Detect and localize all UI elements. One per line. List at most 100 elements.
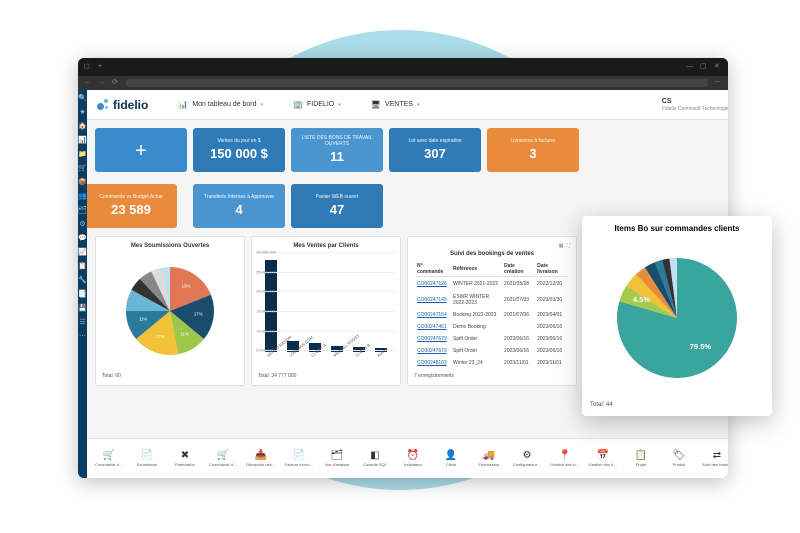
table-cell[interactable]: CO00247461 bbox=[416, 322, 450, 332]
tab-add-icon[interactable]: + bbox=[98, 63, 106, 71]
table-cell: 2023/06/16 bbox=[536, 346, 568, 356]
nav-back-icon[interactable]: ← bbox=[84, 79, 92, 87]
kpi-tile-7[interactable]: Panier WEB ouvert47 bbox=[291, 184, 383, 228]
app-sidebar: 🔍 ★ 🏠 📊 📁 🛒 📦 👥 🗂 ⚙ 💬 📈 📋 🔧 📑 💾 ☰ ⋯ bbox=[78, 90, 87, 478]
sidebar-item-10[interactable]: 💬 bbox=[78, 234, 87, 243]
panel-footer: 7 enregistrements bbox=[414, 373, 570, 379]
kpi-tile-3[interactable]: Lot avec date expiration307 bbox=[389, 128, 481, 172]
kpi-tile-6[interactable]: Transferts Internes à Approuver4 bbox=[193, 184, 285, 228]
sidebar-item-13[interactable]: 🔧 bbox=[78, 276, 87, 285]
toolbar-label: Facture fourni… bbox=[281, 462, 317, 467]
table-header[interactable]: N° commande bbox=[416, 262, 450, 277]
top-user[interactable]: CS Fidelio Commsoft Technologies bbox=[662, 98, 728, 112]
panel-toolbar: ▦ ⛶ bbox=[414, 243, 570, 249]
table-cell[interactable]: CO00247145 bbox=[416, 291, 450, 308]
table-row[interactable]: CO00247679Spift Order2023/06/162023/06/1… bbox=[416, 346, 568, 356]
toolbar-item-4[interactable]: 📥Réception des… bbox=[243, 450, 279, 467]
toolbar-item-15[interactable]: 🏷Produit bbox=[661, 450, 697, 467]
sidebar-item-3[interactable]: 📊 bbox=[78, 136, 87, 145]
toolbar-item-2[interactable]: ✖Fabrication bbox=[167, 450, 203, 467]
toolbar-item-10[interactable]: 🚚Fournisseur bbox=[471, 450, 507, 467]
toolbar-item-11[interactable]: ⚙Configurateur… bbox=[509, 450, 545, 467]
sidebar-item-0[interactable]: 🔍 bbox=[78, 94, 87, 103]
toolbar-item-6[interactable]: 🗂Vue d'analyse bbox=[319, 450, 355, 467]
app-logo[interactable]: fidelio bbox=[97, 98, 148, 112]
sidebar-item-6[interactable]: 📦 bbox=[78, 178, 87, 187]
table-row[interactable]: CO00247145ESWR WINTER 2022-20232021/07/0… bbox=[416, 291, 568, 308]
sidebar-item-17[interactable]: ⋯ bbox=[78, 332, 87, 341]
table-row[interactable]: CO00247164Booking 2022-20232021/07/06202… bbox=[416, 310, 568, 320]
grid-icon[interactable]: ▦ bbox=[559, 243, 564, 249]
kpi-tiles: +Ventes du jour en $150 000 $LISTE DES B… bbox=[95, 128, 728, 228]
table-cell: 2023/06/16 bbox=[536, 322, 568, 332]
toolbar-item-9[interactable]: 👤Client bbox=[433, 450, 469, 467]
top-module-selector[interactable]: 🖥 VENTES ▾ bbox=[371, 100, 420, 109]
ventes-bar-chart: 5,000.00010,000.00015,000.00020,000.0002… bbox=[258, 252, 394, 370]
toolbar-label: Commande d… bbox=[91, 462, 127, 467]
toolbar-label: Fabrication bbox=[167, 462, 203, 467]
sidebar-item-5[interactable]: 🛒 bbox=[78, 164, 87, 173]
kpi-tile-5[interactable]: Commande vs Budget Achat23 589 bbox=[87, 184, 177, 228]
table-row[interactable]: CO00248103Winter 23_242023/11/012023/11/… bbox=[416, 358, 568, 368]
sidebar-item-4[interactable]: 📁 bbox=[78, 150, 87, 159]
table-header[interactable]: Date création bbox=[503, 262, 534, 277]
table-cell: 2023/04/01 bbox=[536, 310, 568, 320]
toolbar-item-3[interactable]: 🛒Commande d… bbox=[205, 450, 241, 467]
nav-reload-icon[interactable]: ⟳ bbox=[112, 79, 120, 87]
top-company-selector[interactable]: 🏢 FIDELIO ▾ bbox=[293, 100, 341, 109]
sidebar-item-9[interactable]: ⚙ bbox=[78, 220, 87, 229]
toolbar-item-5[interactable]: 📄Facture fourni… bbox=[281, 450, 317, 467]
expand-icon[interactable]: ⛶ bbox=[566, 243, 570, 249]
toolbar-item-7[interactable]: ◧Console SQL bbox=[357, 450, 393, 467]
table-cell[interactable]: CO00247164 bbox=[416, 310, 450, 320]
window-min-icon[interactable]: — bbox=[686, 63, 694, 71]
toolbar-item-16[interactable]: ⇄Suivi des trans… bbox=[699, 450, 728, 467]
toolbar-label: Produit bbox=[661, 462, 697, 467]
kpi-tile-4[interactable]: Livraisons à facturer3 bbox=[487, 128, 579, 172]
table-row[interactable]: CO00247679Spift Order2023/06/162023/06/1… bbox=[416, 334, 568, 344]
kpi-tile-2[interactable]: LISTE DES BONS DE TRAVAIL OUVERTS11 bbox=[291, 128, 383, 172]
toolbar-item-14[interactable]: 📋Projet bbox=[623, 450, 659, 467]
address-input[interactable] bbox=[126, 79, 708, 87]
toolbar-item-8[interactable]: ⏰Indicateur bbox=[395, 450, 431, 467]
table-cell[interactable]: CO00247126 bbox=[416, 279, 450, 289]
table-row[interactable]: CO00247461Demo Booking2023/06/16 bbox=[416, 322, 568, 332]
table-cell[interactable]: CO00247679 bbox=[416, 334, 450, 344]
sidebar-item-2[interactable]: 🏠 bbox=[78, 122, 87, 131]
toolbar-label: Suivi des trans… bbox=[699, 462, 728, 467]
sidebar-item-14[interactable]: 📑 bbox=[78, 290, 87, 299]
toolbar-item-0[interactable]: 🛒Commande d… bbox=[91, 450, 127, 467]
top-dashboard-selector[interactable]: 📊 Mon tableau de bord ▾ bbox=[178, 100, 263, 109]
toolbar-label: Console SQL bbox=[357, 462, 393, 467]
table-header[interactable]: Référence bbox=[452, 262, 501, 277]
sidebar-item-7[interactable]: 👥 bbox=[78, 192, 87, 201]
sidebar-item-8[interactable]: 🗂 bbox=[78, 206, 87, 215]
table-cell[interactable]: CO00248103 bbox=[416, 358, 450, 368]
browser-menu-icon[interactable]: ⋯ bbox=[714, 79, 722, 87]
toolbar-icon: 🗂 bbox=[331, 450, 344, 461]
kpi-tile-0[interactable]: + bbox=[95, 128, 187, 172]
toolbar-item-13[interactable]: 📅Gestion des b… bbox=[585, 450, 621, 467]
chart-icon: 📊 bbox=[178, 100, 188, 109]
toolbar-item-1[interactable]: 📄Soumission bbox=[129, 450, 165, 467]
nav-fwd-icon[interactable]: → bbox=[98, 79, 106, 87]
table-cell[interactable]: CO00247679 bbox=[416, 346, 450, 356]
kpi-tile-1[interactable]: Ventes du jour en $150 000 $ bbox=[193, 128, 285, 172]
top-module-label: VENTES bbox=[385, 101, 413, 108]
bookings-table: N° commandeRéférenceDate créationDate li… bbox=[414, 260, 570, 370]
sidebar-item-12[interactable]: 📋 bbox=[78, 262, 87, 271]
table-row[interactable]: CO00247126WINTER 2021-20222021/05/282022… bbox=[416, 279, 568, 289]
table-cell: 2021/07/03 bbox=[503, 291, 534, 308]
sidebar-item-16[interactable]: ☰ bbox=[78, 318, 87, 327]
sidebar-item-1[interactable]: ★ bbox=[78, 108, 87, 117]
table-header[interactable]: Date livraison bbox=[536, 262, 568, 277]
toolbar-item-12[interactable]: 📍Gestion des lo… bbox=[547, 450, 583, 467]
toolbar-icon: ⏰ bbox=[407, 450, 419, 461]
panel-footer: Total: 44 bbox=[590, 402, 764, 408]
window-close-icon[interactable]: ✕ bbox=[714, 63, 722, 71]
sidebar-item-15[interactable]: 💾 bbox=[78, 304, 87, 313]
panel-items-bo: Items Bo sur commandes clients 79.5%4.5%… bbox=[582, 216, 772, 416]
window-max-icon[interactable]: ▢ bbox=[700, 63, 708, 71]
toolbar-label: Commande d… bbox=[205, 462, 241, 467]
sidebar-item-11[interactable]: 📈 bbox=[78, 248, 87, 257]
